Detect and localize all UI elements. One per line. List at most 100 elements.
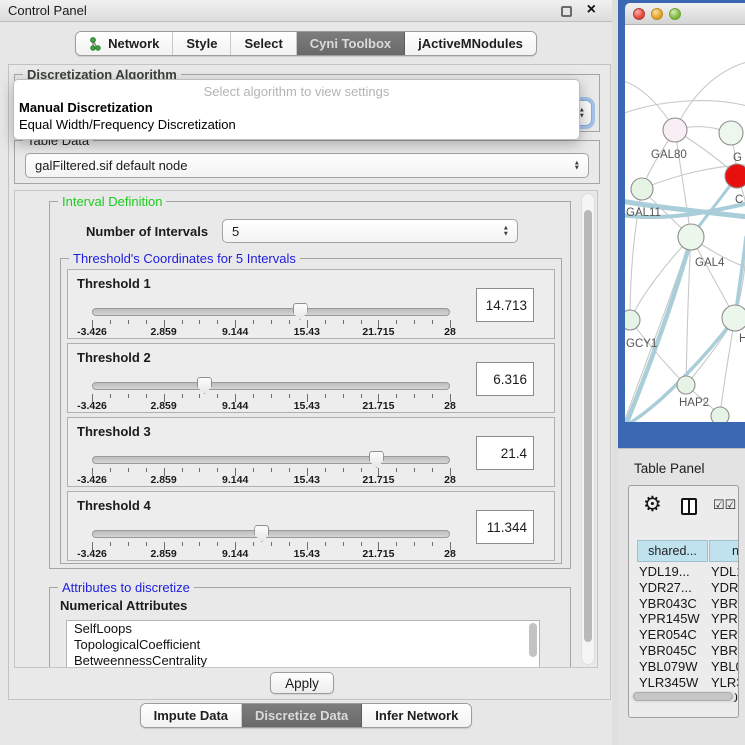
- table-panel-title: Table Panel: [634, 461, 705, 476]
- dropdown-prompt: Select algorithm to view settings: [14, 80, 579, 99]
- cell-shared-name: YPR145W: [639, 611, 700, 626]
- cell-shared-name: YDL19...: [639, 564, 690, 579]
- tick-label: 9.144: [222, 548, 248, 560]
- scrollbar-thumb[interactable]: [584, 210, 592, 642]
- cell-shared-name: YBR045C: [639, 643, 697, 658]
- tick-label: 2.859: [150, 474, 176, 486]
- slider-handle[interactable]: [197, 377, 212, 394]
- scrollbar-thumb[interactable]: [633, 692, 733, 701]
- cell-shared-name: YLR345W: [639, 675, 698, 690]
- tab-jactivemnodules[interactable]: jActiveMNodules: [405, 32, 536, 55]
- tick-label: 28: [444, 474, 456, 486]
- column-header-shared-name[interactable]: shared...: [637, 540, 708, 562]
- column-header-name[interactable]: na: [709, 540, 739, 562]
- slider-handle[interactable]: [254, 525, 269, 542]
- tick-label: 2.859: [150, 400, 176, 412]
- table-header: shared... na: [629, 540, 738, 562]
- threshold-1-slider[interactable]: [92, 308, 450, 316]
- cell-shared-name: YER054C: [639, 627, 697, 642]
- close-icon[interactable]: ×: [587, 1, 596, 19]
- dropdown-option-manual-discretization[interactable]: Manual Discretization: [14, 99, 579, 116]
- dropdown-option-equal-width-frequency[interactable]: Equal Width/Frequency Discretization: [14, 116, 579, 133]
- slider-handle[interactable]: [293, 303, 308, 320]
- group-label: Attributes to discretize: [58, 580, 194, 595]
- table-data-combobox[interactable]: galFiltered.sif default node ▲▼: [25, 153, 589, 178]
- svg-text:GAL80: GAL80: [651, 149, 687, 161]
- network-view-window: GAL80GCGAL11GAL4GCY1HHAP2: [618, 0, 745, 448]
- tab-infer-network[interactable]: Infer Network: [362, 704, 471, 727]
- threshold-4-value[interactable]: 11.344: [476, 510, 534, 544]
- tick-label: 15.43: [294, 326, 320, 338]
- threshold-1-value[interactable]: 14.713: [476, 288, 534, 322]
- table-row[interactable]: YBR045CYBR0: [629, 643, 738, 659]
- tick-label: 28: [444, 548, 456, 560]
- threshold-3-slider[interactable]: [92, 456, 450, 464]
- network-canvas[interactable]: GAL80GCGAL11GAL4GCY1HHAP2: [625, 25, 745, 422]
- settings-scroll-area: Interval Definition Number of Intervals …: [14, 190, 598, 668]
- table-row[interactable]: YBL079WYBL0: [629, 659, 738, 675]
- list-scrollbar[interactable]: [529, 623, 537, 657]
- number-of-intervals-value: 5: [232, 224, 239, 239]
- table-panel: Table Panel ⚙ ☑☑ shared... na YDL19...YD…: [618, 448, 745, 745]
- tab-label: Network: [108, 36, 159, 51]
- tick-label: 9.144: [222, 474, 248, 486]
- attributes-group: Attributes to discretize Numerical Attri…: [49, 587, 571, 668]
- tick-label: 2.859: [150, 326, 176, 338]
- interval-definition-group: Interval Definition Number of Intervals …: [49, 201, 571, 569]
- apply-button[interactable]: Apply: [270, 672, 334, 694]
- split-columns-icon[interactable]: [681, 498, 697, 515]
- svg-text:H: H: [739, 333, 745, 345]
- checkbox-icons[interactable]: ☑☑: [713, 497, 736, 513]
- control-panel-titlebar: Control Panel ×: [0, 0, 612, 22]
- attribute-list-item[interactable]: TopologicalCoefficient: [67, 637, 539, 653]
- slider-handle[interactable]: [369, 451, 384, 468]
- settings-scrollbar[interactable]: [581, 193, 595, 665]
- cell-name: YLR3: [711, 675, 739, 690]
- table-row[interactable]: YER054C YER0: [629, 627, 738, 643]
- table-row[interactable]: YPR145W YPR1: [629, 611, 738, 627]
- close-traffic-light-icon[interactable]: [633, 8, 645, 20]
- tab-style[interactable]: Style: [173, 32, 231, 55]
- number-of-intervals-combobox[interactable]: 5 ▲▼: [222, 219, 518, 243]
- attribute-list-item[interactable]: SelfLoops: [67, 621, 539, 637]
- tab-select[interactable]: Select: [231, 32, 296, 55]
- table-row[interactable]: YDL19... YDL1: [629, 564, 738, 580]
- threshold-2-value[interactable]: 6.316: [476, 362, 534, 396]
- minimize-traffic-light-icon[interactable]: [651, 8, 663, 20]
- tick-label: 21.715: [362, 400, 394, 412]
- cell-name: YDL1: [711, 564, 739, 579]
- float-window-icon[interactable]: [561, 6, 572, 17]
- combobox-arrows-icon: ▲▼: [574, 160, 580, 171]
- numerical-attributes-list[interactable]: SelfLoopsTopologicalCoefficientBetweenne…: [66, 620, 540, 668]
- tick-label: 15.43: [294, 400, 320, 412]
- threshold-2-slider[interactable]: [92, 382, 450, 390]
- threshold-3-value[interactable]: 21.4: [476, 436, 534, 470]
- threshold-4-panel: Threshold 4 -3.4262.8599.14415.4321.7152…: [67, 491, 555, 561]
- table-data-group: Table Data galFiltered.sif default node …: [14, 140, 600, 184]
- table-row[interactable]: YBR043CYBR0: [629, 596, 738, 612]
- tick-label: 28: [444, 400, 456, 412]
- tick-label: 21.715: [362, 474, 394, 486]
- table-horizontal-scrollbar[interactable]: [631, 691, 736, 703]
- tab-impute-data[interactable]: Impute Data: [141, 704, 242, 727]
- tick-label: 15.43: [294, 474, 320, 486]
- gear-icon[interactable]: ⚙: [643, 494, 662, 516]
- cell-name: YPR1: [711, 611, 739, 626]
- cell-name: YER0: [711, 627, 739, 642]
- tab-cyni-toolbox[interactable]: Cyni Toolbox: [297, 32, 405, 55]
- threshold-4-slider[interactable]: [92, 530, 450, 538]
- cell-shared-name: YDR27...: [639, 580, 692, 595]
- table-row[interactable]: YDR27... YDR2: [629, 580, 738, 596]
- cell-shared-name: YBR043C: [639, 596, 697, 611]
- table-row[interactable]: YLR345W YLR3: [629, 675, 738, 691]
- attribute-list-item[interactable]: BetweennessCentrality: [67, 653, 539, 668]
- threshold-1-panel: Threshold 1 -3.4262.8599.14415.4321.7152…: [67, 269, 555, 339]
- svg-text:GCY1: GCY1: [626, 338, 657, 350]
- cell-shared-name: YBL079W: [639, 659, 698, 674]
- network-icon: [89, 37, 102, 51]
- tab-network[interactable]: Network: [76, 32, 173, 55]
- tab-discretize-data[interactable]: Discretize Data: [242, 704, 362, 727]
- cell-name: YDR2: [711, 580, 739, 595]
- group-label: Threshold's Coordinates for 5 Intervals: [69, 251, 300, 266]
- zoom-traffic-light-icon[interactable]: [669, 8, 681, 20]
